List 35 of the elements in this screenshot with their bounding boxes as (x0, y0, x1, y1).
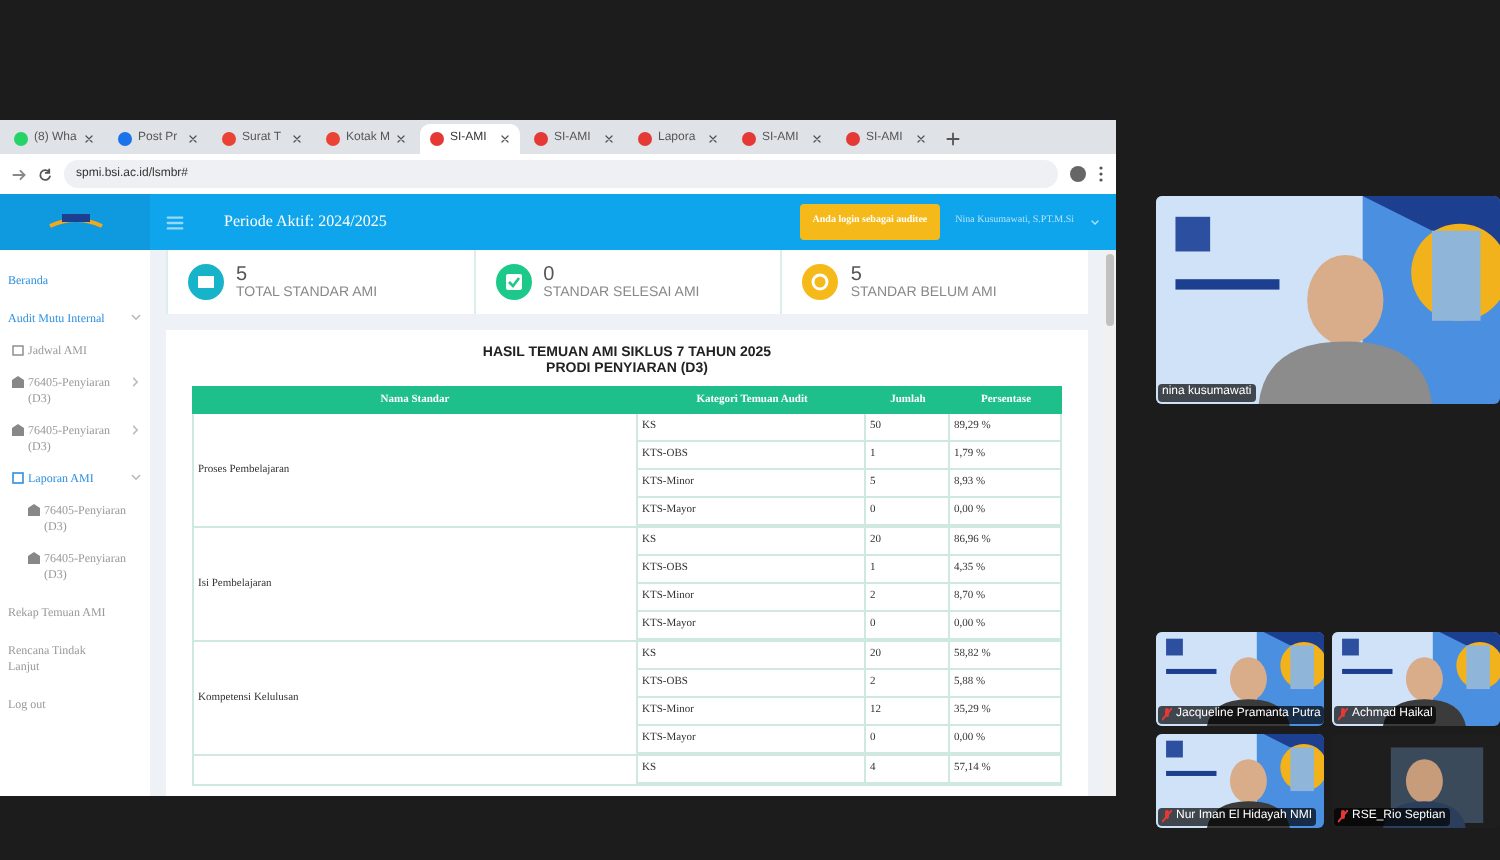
site-icon (742, 132, 756, 146)
building-icon (28, 552, 40, 564)
close-icon[interactable] (500, 134, 510, 144)
close-icon[interactable] (396, 134, 407, 144)
new-tab-icon[interactable] (946, 132, 960, 146)
meet-icon (118, 132, 132, 146)
building-icon (12, 424, 24, 436)
profile-icon[interactable] (1070, 166, 1086, 182)
stat-value: 0 (543, 265, 557, 285)
active-period: Periode Aktif: 2024/2025 (224, 210, 387, 234)
close-icon[interactable] (812, 134, 822, 144)
close-icon[interactable] (292, 134, 302, 144)
scrollbar[interactable] (1104, 250, 1116, 796)
stat-value: 5 (236, 265, 250, 285)
logo-icon (45, 210, 105, 234)
building-icon (12, 376, 24, 388)
mail-icon (326, 132, 340, 146)
close-icon[interactable] (84, 134, 94, 144)
stat-value: 5 (850, 265, 864, 285)
menu-icon[interactable] (1098, 166, 1104, 182)
reload-icon[interactable] (38, 167, 52, 181)
site-icon (846, 132, 860, 146)
close-icon[interactable] (188, 134, 198, 144)
close-icon[interactable] (604, 134, 614, 144)
calendar-icon (12, 344, 24, 356)
report-icon (12, 472, 24, 484)
forward-icon[interactable] (12, 167, 26, 181)
close-icon[interactable] (916, 134, 926, 144)
close-icon[interactable] (708, 134, 718, 144)
site-icon (534, 132, 548, 146)
building-icon (28, 504, 40, 516)
site-icon (638, 132, 652, 146)
chat-icon (14, 132, 28, 146)
site-icon (430, 132, 444, 146)
mail-icon (222, 132, 236, 146)
